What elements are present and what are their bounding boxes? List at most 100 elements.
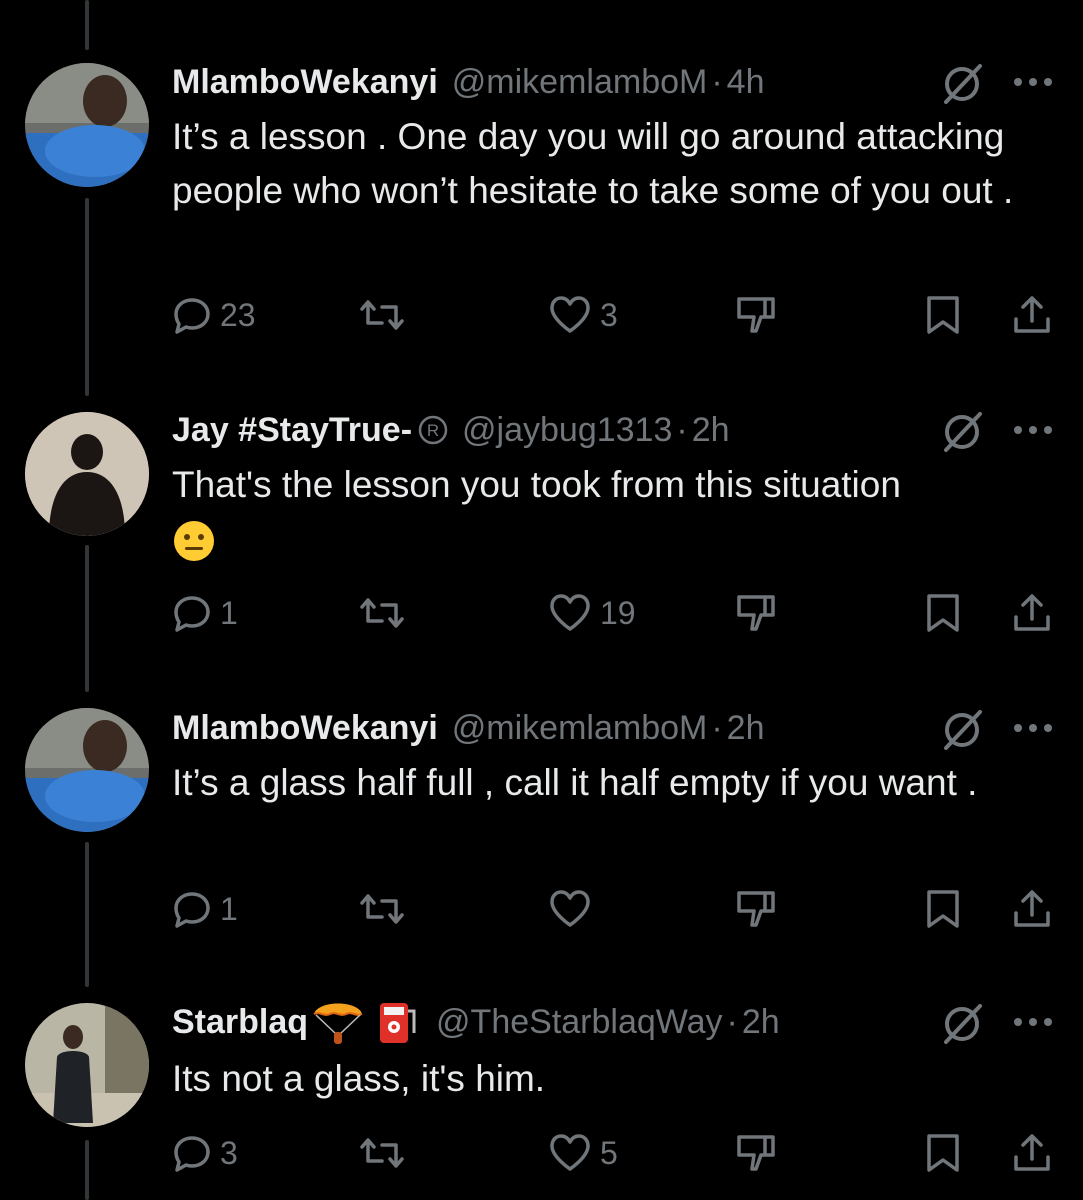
- avatar[interactable]: [25, 63, 149, 187]
- tweet-header: MlamboWekanyi @mikemlamboM · 2h: [172, 708, 765, 748]
- share-button[interactable]: [1010, 887, 1054, 931]
- timestamp[interactable]: 2h: [692, 411, 730, 450]
- action-bar: 23 3: [172, 293, 1062, 337]
- tweet[interactable]: MlamboWekanyi @mikemlamboM · 2h It’s a g…: [0, 680, 1083, 980]
- retweet-button[interactable]: [358, 591, 406, 635]
- avatar[interactable]: [25, 708, 149, 832]
- separator-dot: ·: [676, 410, 688, 449]
- retweet-icon: [360, 598, 404, 628]
- retweet-button[interactable]: [358, 293, 406, 337]
- parachute-emoji: [313, 1003, 363, 1044]
- share-button[interactable]: [1010, 293, 1054, 337]
- neutral-face-emoji: [174, 521, 214, 562]
- tweet[interactable]: MlamboWekanyi @mikemlamboM · 4h It’s a l…: [0, 0, 1083, 380]
- tweet[interactable]: Jay #StayTrue- R @jaybug1313 · 2h That's…: [0, 380, 1083, 680]
- tweet-text: It’s a lesson . One day you will go arou…: [172, 116, 1014, 211]
- display-name[interactable]: MlamboWekanyi: [172, 709, 438, 748]
- like-count: 3: [600, 296, 618, 333]
- bookmark-button[interactable]: [924, 591, 962, 635]
- retweet-button[interactable]: [358, 1131, 406, 1175]
- mute-icon[interactable]: [938, 998, 986, 1046]
- tweet-header: MlamboWekanyi @mikemlamboM · 4h: [172, 62, 765, 102]
- like-button[interactable]: 3: [548, 293, 618, 337]
- share-icon: [1014, 1134, 1050, 1171]
- separator-dot: ·: [711, 708, 723, 747]
- reply-count: 23: [220, 296, 256, 333]
- tweet-text: It’s a glass half full , call it half em…: [172, 762, 978, 803]
- tweet-text: Its not a glass, it's him.: [172, 1058, 546, 1099]
- tweet-header: Starblaq @TheStarblaqWay · 2h: [172, 1002, 780, 1044]
- display-name[interactable]: MlamboWekanyi: [172, 63, 438, 102]
- timestamp[interactable]: 2h: [742, 1003, 780, 1042]
- handle[interactable]: @TheStarblaqWay: [436, 1003, 722, 1042]
- retweet-icon: [360, 300, 404, 330]
- downvote-button[interactable]: [735, 887, 781, 931]
- timestamp[interactable]: 2h: [727, 709, 765, 748]
- separator-dot: ·: [726, 1002, 738, 1041]
- downvote-icon: [737, 891, 775, 927]
- retweet-icon: [360, 894, 404, 924]
- downvote-button[interactable]: [735, 591, 781, 635]
- downvote-icon: [737, 595, 775, 631]
- reply-icon: [174, 892, 210, 928]
- bookmark-icon: [927, 594, 959, 632]
- share-icon: [1014, 890, 1050, 927]
- reply-icon: [174, 298, 210, 334]
- bookmark-button[interactable]: [924, 887, 962, 931]
- reply-button[interactable]: 23: [172, 293, 256, 337]
- like-button[interactable]: 19: [548, 591, 636, 635]
- handle[interactable]: @jaybug1313: [462, 411, 672, 450]
- display-name[interactable]: Starblaq: [172, 1003, 308, 1042]
- downvote-icon: [737, 1135, 775, 1171]
- retweet-button[interactable]: [358, 887, 406, 931]
- reply-count: 3: [220, 1134, 238, 1171]
- like-count: 19: [600, 594, 636, 631]
- bookmark-button[interactable]: [924, 1131, 962, 1175]
- tweet-text: That's the lesson you took from this sit…: [172, 458, 1052, 566]
- heart-icon: [550, 890, 590, 927]
- display-name[interactable]: Jay #StayTrue-: [172, 411, 412, 450]
- reply-button[interactable]: 1: [172, 887, 238, 931]
- reply-button[interactable]: 1: [172, 591, 238, 635]
- like-button[interactable]: 5: [548, 1131, 618, 1175]
- more-options-icon[interactable]: [1010, 72, 1056, 92]
- bookmark-icon: [927, 1134, 959, 1172]
- more-options-icon[interactable]: [1010, 718, 1056, 738]
- share-button[interactable]: [1010, 591, 1054, 635]
- like-button[interactable]: [548, 887, 600, 931]
- like-count: 5: [600, 1134, 618, 1171]
- svg-text:R: R: [427, 421, 439, 440]
- reply-button[interactable]: 3: [172, 1131, 238, 1175]
- tweet[interactable]: Starblaq @TheStarblaqWay · 2h Its not a …: [0, 980, 1083, 1200]
- separator-dot: ·: [711, 62, 723, 101]
- heart-icon: [550, 594, 590, 631]
- heart-icon: [550, 1134, 590, 1171]
- share-icon: [1014, 296, 1050, 333]
- timestamp[interactable]: 4h: [727, 63, 765, 102]
- bookmark-icon: [927, 890, 959, 928]
- tweet-header: Jay #StayTrue- R @jaybug1313 · 2h: [172, 410, 730, 450]
- downvote-icon: [737, 297, 775, 333]
- share-button[interactable]: [1010, 1131, 1054, 1175]
- action-bar: 1: [172, 887, 1062, 931]
- handle[interactable]: @mikemlamboM: [452, 63, 708, 102]
- retweet-icon: [360, 1138, 404, 1168]
- more-options-icon[interactable]: [1010, 420, 1056, 440]
- avatar[interactable]: [25, 1003, 149, 1127]
- action-bar: 3 5: [172, 1131, 1062, 1175]
- mute-icon[interactable]: [938, 58, 986, 106]
- tweet-text-body: That's the lesson you took from this sit…: [172, 464, 901, 505]
- handle[interactable]: @mikemlamboM: [452, 709, 708, 748]
- reply-icon: [174, 1136, 210, 1172]
- more-options-icon[interactable]: [1010, 1012, 1056, 1032]
- downvote-button[interactable]: [735, 1131, 781, 1175]
- mute-icon[interactable]: [938, 704, 986, 752]
- downvote-button[interactable]: [735, 293, 781, 337]
- mute-icon[interactable]: [938, 406, 986, 454]
- avatar[interactable]: [25, 412, 149, 536]
- registered-icon: R: [418, 415, 448, 445]
- reply-count: 1: [220, 594, 238, 631]
- bookmark-button[interactable]: [924, 293, 962, 337]
- bookmark-icon: [927, 296, 959, 334]
- reply-count: 1: [220, 890, 238, 927]
